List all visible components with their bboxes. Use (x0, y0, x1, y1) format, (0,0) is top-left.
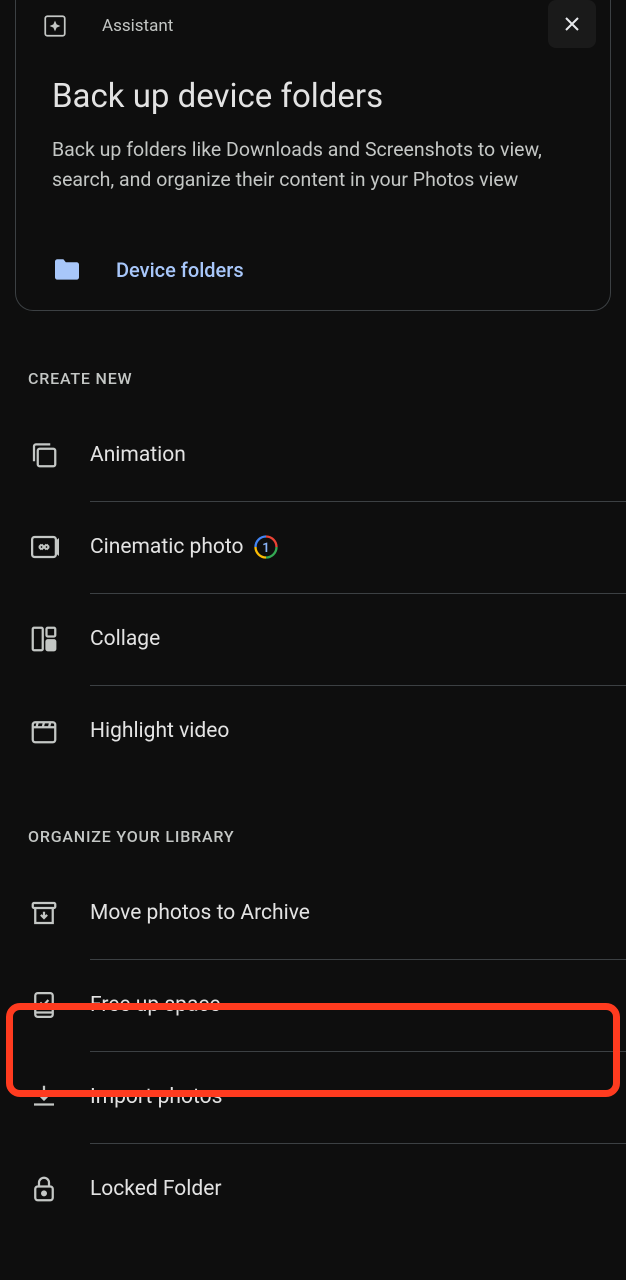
archive-icon (28, 898, 60, 928)
assistant-card-description: Back up folders like Downloads and Scree… (16, 117, 610, 195)
device-folders-label: Device folders (116, 258, 244, 282)
collage-label: Collage (90, 627, 160, 651)
assistant-sparkle-icon (42, 13, 68, 39)
cinematic-icon (28, 532, 60, 562)
locked-folder[interactable]: Locked Folder (0, 1144, 626, 1235)
import-icon (28, 1082, 60, 1112)
animation-icon (28, 440, 60, 470)
close-button[interactable] (548, 0, 596, 48)
import-photos[interactable]: Import photos (0, 1052, 626, 1143)
collage-icon (28, 624, 60, 654)
free-space-label: Free up space (90, 993, 221, 1017)
highlight-video-label: Highlight video (90, 719, 229, 743)
import-label: Import photos (90, 1085, 222, 1109)
device-folders-button[interactable]: Device folders (16, 196, 610, 282)
create-highlight-video[interactable]: Highlight video (0, 686, 626, 777)
assistant-card-title: Back up device folders (16, 48, 610, 117)
svg-text:1: 1 (262, 541, 269, 556)
assistant-card: Assistant Back up device folders Back up… (15, 0, 611, 311)
folder-icon (52, 258, 82, 282)
assistant-card-header: Assistant (16, 0, 610, 48)
assistant-header-label: Assistant (102, 16, 173, 36)
close-icon (560, 12, 584, 36)
create-animation[interactable]: Animation (0, 410, 626, 501)
highlight-video-icon (28, 716, 60, 746)
archive-label: Move photos to Archive (90, 901, 310, 925)
cinematic-label: Cinematic photo (90, 535, 244, 559)
free-space-icon (28, 990, 60, 1020)
create-collage[interactable]: Collage (0, 594, 626, 685)
google-one-badge-icon: 1 (254, 535, 278, 559)
animation-label: Animation (90, 443, 186, 467)
lock-icon (28, 1174, 60, 1204)
section-header-organize: ORGANIZE YOUR LIBRARY (0, 777, 626, 868)
section-header-create-new: CREATE NEW (0, 311, 626, 410)
free-up-space[interactable]: Free up space (0, 960, 626, 1051)
move-to-archive[interactable]: Move photos to Archive (0, 868, 626, 959)
create-cinematic-photo[interactable]: Cinematic photo 1 (0, 502, 626, 593)
locked-folder-label: Locked Folder (90, 1177, 221, 1201)
